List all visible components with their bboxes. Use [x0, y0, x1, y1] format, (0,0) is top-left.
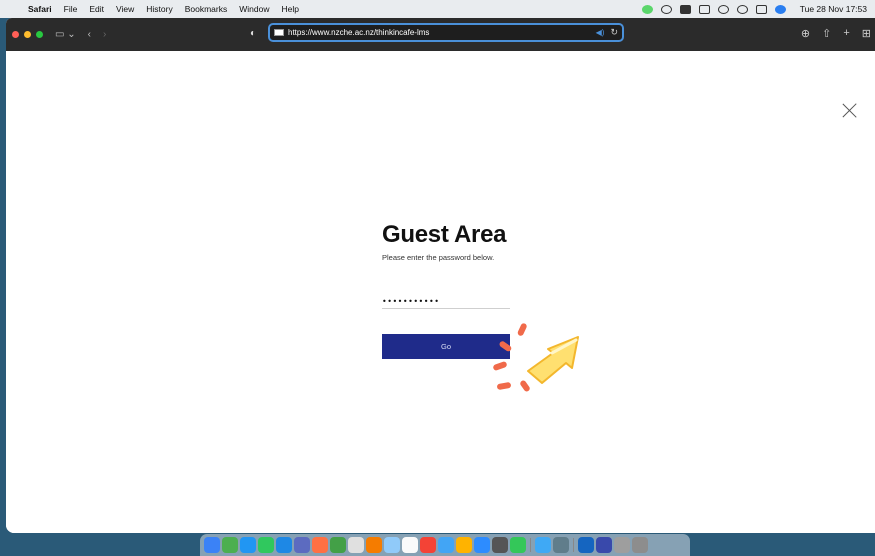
dock-app-icon[interactable] [240, 537, 256, 553]
window-controls [12, 31, 43, 38]
downloads-icon[interactable]: ⊕ [801, 27, 810, 40]
dock-app-icon[interactable] [420, 537, 436, 553]
dock-app-icon[interactable] [312, 537, 328, 553]
click-burst-icon [493, 323, 530, 392]
menu-edit[interactable]: Edit [83, 4, 110, 14]
dock-app-icon[interactable] [474, 537, 490, 553]
menu-file[interactable]: File [58, 4, 84, 14]
dock-app-icon[interactable] [330, 537, 346, 553]
control-center-icon[interactable] [755, 4, 767, 14]
dock-app-icon[interactable] [294, 537, 310, 553]
dock-app-icon[interactable] [596, 537, 612, 553]
page-title: Guest Area [382, 221, 507, 248]
siri-icon[interactable] [774, 4, 786, 14]
site-favicon-icon [274, 29, 284, 36]
menu-view[interactable]: View [110, 4, 140, 14]
status-green-icon[interactable] [641, 4, 653, 14]
dock-app-icon[interactable] [204, 537, 220, 553]
battery-icon[interactable] [698, 4, 710, 14]
close-window-icon[interactable] [12, 31, 19, 38]
menubar-clock[interactable]: Tue 28 Nov 17:53 [794, 4, 873, 14]
toolbar-actions: ⊕ ⇧ + ⊞ [801, 27, 871, 40]
dock-separator [530, 538, 531, 552]
dock-app-icon[interactable] [258, 537, 274, 553]
audio-playing-icon[interactable]: ◀︎) [596, 28, 605, 37]
dock-app-icon[interactable] [384, 537, 400, 553]
page-subtitle: Please enter the password below. [382, 253, 495, 262]
new-tab-icon[interactable]: + [843, 27, 849, 40]
dock-app-icon[interactable] [632, 537, 648, 553]
zoom-window-icon[interactable] [36, 31, 43, 38]
safari-window: ▭ ⌄ ‹ › ◐ https://www.nzche.ac.nz/thinki… [6, 18, 875, 533]
status-tray: Tue 28 Nov 17:53 [641, 4, 875, 14]
pointing-hand-icon [493, 323, 579, 392]
dock-app-icon[interactable] [276, 537, 292, 553]
dock-app-icon[interactable] [614, 537, 630, 553]
menu-bookmarks[interactable]: Bookmarks [179, 4, 234, 14]
share-icon[interactable]: ⇧ [822, 27, 831, 40]
privacy-shield-icon[interactable]: ◐ [250, 28, 256, 39]
dock-app-icon[interactable] [366, 537, 382, 553]
menu-help[interactable]: Help [275, 4, 304, 14]
dock-app-icon[interactable] [348, 537, 364, 553]
dock-app-icon[interactable] [510, 537, 526, 553]
forward-icon[interactable]: › [103, 29, 106, 40]
spotlight-search-icon[interactable] [736, 4, 748, 14]
dock-separator [573, 538, 574, 552]
input-source-icon[interactable] [679, 4, 691, 14]
wifi-icon[interactable] [717, 4, 729, 14]
menu-history[interactable]: History [140, 4, 178, 14]
tab-overview-icon[interactable]: ⊞ [862, 27, 871, 40]
dock-app-icon[interactable] [438, 537, 454, 553]
dock-app-icon[interactable] [492, 537, 508, 553]
dock-app-icon[interactable] [222, 537, 238, 553]
minimize-window-icon[interactable] [24, 31, 31, 38]
dock-app-icon[interactable] [402, 537, 418, 553]
screen-record-icon[interactable] [660, 4, 672, 14]
reload-icon[interactable]: ↻ [610, 27, 618, 38]
address-bar[interactable]: https://www.nzche.ac.nz/thinkincafe-lms … [268, 23, 624, 42]
dock-app-icon[interactable] [535, 537, 551, 553]
close-icon[interactable] [843, 103, 857, 117]
web-page: Guest Area Please enter the password bel… [6, 51, 875, 533]
back-icon[interactable]: ‹ [88, 29, 91, 40]
sidebar-toggle-icon[interactable]: ▭ ⌄ [55, 29, 76, 40]
browser-toolbar: ▭ ⌄ ‹ › ◐ https://www.nzche.ac.nz/thinki… [6, 18, 875, 51]
menu-window[interactable]: Window [233, 4, 275, 14]
url-text[interactable]: https://www.nzche.ac.nz/thinkincafe-lms [288, 28, 596, 37]
password-field[interactable] [382, 295, 510, 309]
dock-app-icon[interactable] [553, 537, 569, 553]
menu-app-name[interactable]: Safari [22, 4, 58, 14]
menu-bar: Safari File Edit View History Bookmarks … [0, 0, 875, 18]
dock-app-icon[interactable] [456, 537, 472, 553]
dock-app-icon[interactable] [578, 537, 594, 553]
dock [200, 534, 690, 556]
